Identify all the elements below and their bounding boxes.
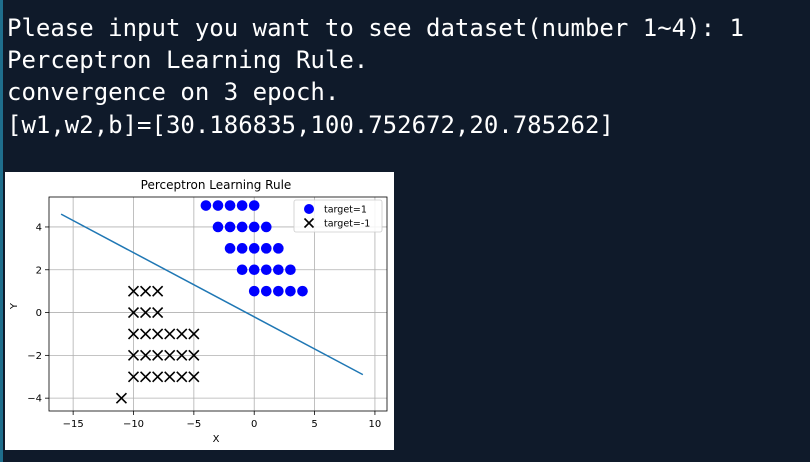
- target-positive-point: [260, 243, 272, 254]
- terminal-left-border: [0, 0, 3, 462]
- scatter-chart: Perceptron Learning Rule X Y −15 −10 −5 0 5 1…: [9, 178, 388, 445]
- target-positive-point: [273, 285, 284, 297]
- target-negative-point: [176, 328, 188, 340]
- legend-circle-marker: [304, 204, 314, 214]
- x-axis-label: X: [213, 434, 220, 445]
- y-tick-label: 2: [36, 265, 42, 276]
- decision-boundary-layer: [60, 213, 364, 376]
- target-positive-point: [285, 285, 296, 297]
- terminal-line-method: Perceptron Learning Rule.: [7, 46, 369, 74]
- x-tick-label: 0: [251, 419, 257, 430]
- target-negative-point: [164, 328, 176, 340]
- target-positive-point: [248, 221, 260, 233]
- y-tick-label: −2: [27, 351, 42, 362]
- terminal-line-convergence: convergence on 3 epoch.: [7, 78, 340, 106]
- x-tick-label: −10: [123, 419, 144, 430]
- decision-boundary-line: [60, 213, 364, 376]
- chart-title: Perceptron Learning Rule: [141, 178, 292, 192]
- target-positive-point: [200, 200, 212, 211]
- legend-entry-label: target=-1: [324, 219, 370, 230]
- target-positive-point: [224, 221, 236, 233]
- target-negative-point: [164, 371, 176, 383]
- target-positive-point: [236, 264, 248, 276]
- target-positive-point: [224, 243, 236, 254]
- target-negative-point: [152, 285, 164, 297]
- x-tick-label: 5: [311, 419, 317, 430]
- x-tick-label: −5: [186, 419, 201, 430]
- x-tick-label: 10: [369, 419, 382, 430]
- target-positive-point: [273, 243, 284, 254]
- target-positive-point: [273, 264, 284, 276]
- target-negative-point: [176, 371, 188, 383]
- target-negative-point: [152, 371, 164, 383]
- axis-ticks: −15 −10 −5 0 5 10 −4 −2 0 2 4: [27, 222, 381, 430]
- target-positive-point: [248, 264, 260, 276]
- target-negative-point: [152, 328, 164, 340]
- target-negative-point: [140, 285, 152, 297]
- target-positive-point: [260, 285, 272, 297]
- target-positive-point: [297, 285, 308, 297]
- target-positive-point: [248, 243, 260, 254]
- terminal-line-weights: [w1,w2,b]=[30.186835,100.752672,20.78526…: [7, 111, 614, 139]
- target-positive-point: [260, 264, 272, 276]
- y-axis-label: Y: [9, 302, 20, 310]
- target-positive-point: [236, 221, 248, 233]
- y-tick-label: −4: [27, 394, 42, 405]
- target-positive-point: [236, 243, 248, 254]
- target-positive-point: [260, 221, 272, 233]
- target-negative-point: [140, 371, 152, 383]
- x-tick-label: −15: [63, 419, 84, 430]
- target-positive-point: [248, 200, 260, 211]
- target-positive-point: [224, 200, 236, 211]
- terminal-line-prompt: Please input you want to see dataset(num…: [7, 14, 744, 42]
- y-tick-label: 4: [36, 222, 42, 233]
- legend-entry-label: target=1: [324, 205, 367, 216]
- target-positive-point: [248, 285, 260, 297]
- target-positive-point: [236, 200, 248, 211]
- target-positive-point: [285, 264, 296, 276]
- y-tick-label: 0: [36, 308, 42, 319]
- plot-figure: Perceptron Learning Rule X Y −15 −10 −5 0 5 1…: [5, 172, 394, 450]
- legend: target=1 target=-1: [293, 199, 383, 233]
- target-negative-point: [140, 328, 152, 340]
- target-positive-point: [212, 221, 224, 233]
- target-positive-point: [212, 200, 224, 211]
- data-points-layer: [115, 200, 308, 404]
